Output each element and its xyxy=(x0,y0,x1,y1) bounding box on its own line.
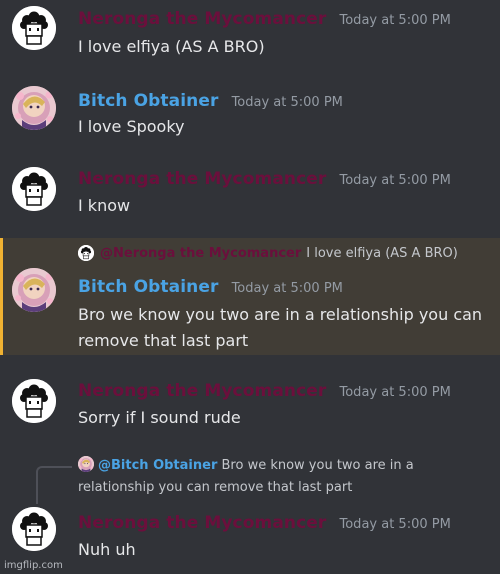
author-name[interactable]: Bitch Obtainer xyxy=(78,277,218,297)
neronga-avatar[interactable] xyxy=(12,6,56,50)
bitch-obtainer-mini-avatar xyxy=(78,456,94,472)
message-text: I know xyxy=(78,196,131,215)
reply-author[interactable]: @Neronga the Mycomancer xyxy=(100,246,301,261)
neronga-avatar[interactable] xyxy=(12,167,56,211)
author-name[interactable]: Neronga the Mycomancer xyxy=(78,513,326,533)
neronga-mini-avatar xyxy=(78,245,94,261)
message: Neronga the Mycomancer Today at 5:00 PM … xyxy=(0,160,500,235)
message: @Bitch Obtainer Bro we know you two are … xyxy=(0,450,500,574)
reply-text: Bro we know you two are in a xyxy=(221,458,414,473)
message-header: Neronga the Mycomancer Today at 5:00 PM xyxy=(78,381,451,401)
reply-author[interactable]: @Bitch Obtainer xyxy=(98,458,217,473)
reply-text: relationship you can remove that last pa… xyxy=(78,480,353,495)
message-header: Bitch Obtainer Today at 5:00 PM xyxy=(78,91,343,111)
message-text: I love elfiya (AS A BRO) xyxy=(78,37,265,56)
message-text: remove that last part xyxy=(78,331,249,350)
message-highlighted: @Neronga the Mycomancer I love elfiya (A… xyxy=(0,238,500,355)
message-text: I love Spooky xyxy=(78,117,185,136)
timestamp: Today at 5:00 PM xyxy=(231,95,343,110)
message-text: Bro we know you two are in a relationshi… xyxy=(78,305,483,324)
author-name[interactable]: Neronga the Mycomancer xyxy=(78,9,326,29)
bitch-obtainer-avatar[interactable] xyxy=(12,86,56,130)
message-header: Neronga the Mycomancer Today at 5:00 PM xyxy=(78,513,451,533)
reply-text: I love elfiya (AS A BRO) xyxy=(306,245,458,261)
reply-spine xyxy=(36,466,72,504)
message: Bitch Obtainer Today at 5:00 PM I love S… xyxy=(0,80,500,155)
timestamp: Today at 5:00 PM xyxy=(339,517,451,532)
message-text: Sorry if I sound rude xyxy=(78,408,241,427)
timestamp: Today at 5:00 PM xyxy=(339,385,451,400)
author-name[interactable]: Neronga the Mycomancer xyxy=(78,381,326,401)
neronga-avatar[interactable] xyxy=(12,507,56,551)
reply-preview[interactable]: @Neronga the Mycomancer I love elfiya (A… xyxy=(78,245,458,261)
author-name[interactable]: Neronga the Mycomancer xyxy=(78,169,326,189)
timestamp: Today at 5:00 PM xyxy=(231,281,343,296)
neronga-avatar[interactable] xyxy=(12,379,56,423)
timestamp: Today at 5:00 PM xyxy=(339,13,451,28)
message-header: Neronga the Mycomancer Today at 5:00 PM xyxy=(78,169,451,189)
message: Neronga the Mycomancer Today at 5:00 PM … xyxy=(0,0,500,75)
bitch-obtainer-avatar[interactable] xyxy=(12,268,56,312)
author-name[interactable]: Bitch Obtainer xyxy=(78,91,218,111)
watermark: imgflip.com xyxy=(4,560,63,571)
timestamp: Today at 5:00 PM xyxy=(339,173,451,188)
message: Neronga the Mycomancer Today at 5:00 PM … xyxy=(0,372,500,447)
reply-preview[interactable]: @Bitch Obtainer Bro we know you two are … xyxy=(78,455,458,499)
message-header: Neronga the Mycomancer Today at 5:00 PM xyxy=(78,9,451,29)
message-header: Bitch Obtainer Today at 5:00 PM xyxy=(78,277,343,297)
message-text: Nuh uh xyxy=(78,540,136,559)
